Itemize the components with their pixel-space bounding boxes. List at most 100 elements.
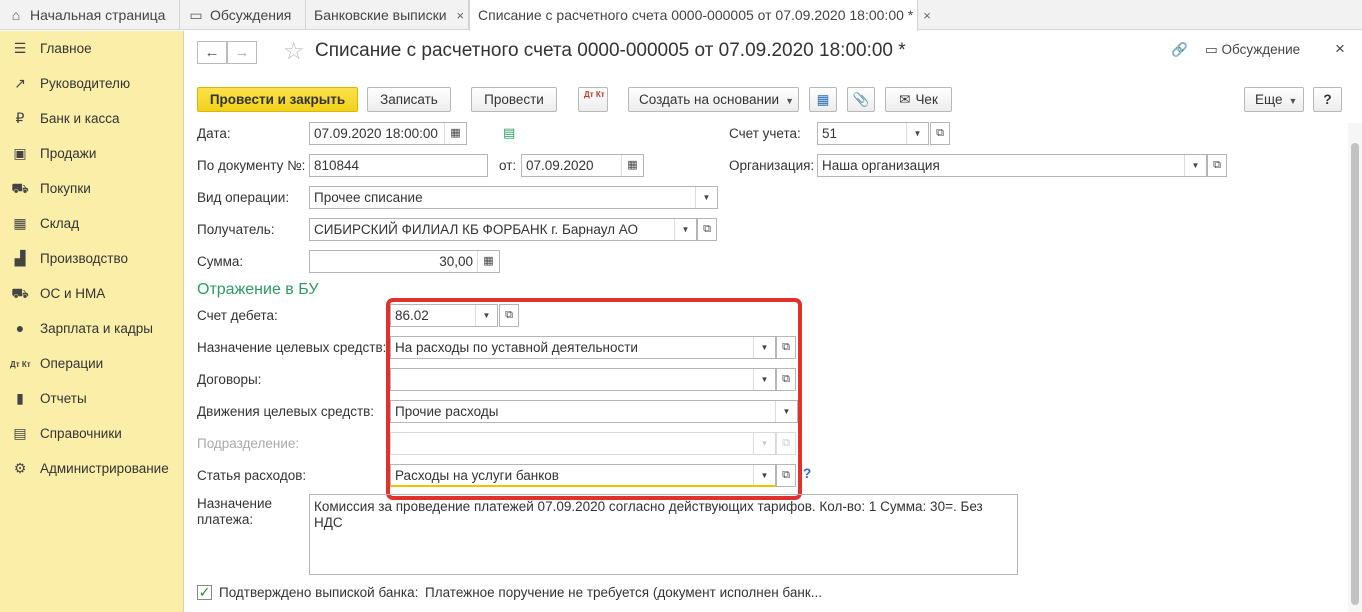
chevron-down-icon[interactable]: ▼ xyxy=(695,187,717,208)
close-icon[interactable]: × xyxy=(457,8,465,23)
sidebar-item-salary-hr[interactable]: ● Зарплата и кадры xyxy=(0,311,184,346)
sidebar-item-operations[interactable]: Дт Кт Операции xyxy=(0,346,184,381)
tab-label: Списание с расчетного счета 0000-000005 … xyxy=(478,7,914,23)
sidebar-item-administration[interactable]: ⚙ Администрирование xyxy=(0,451,184,486)
save-button[interactable]: Записать xyxy=(367,87,451,112)
payment-purpose-textarea[interactable]: Комиссия за проведение платежей 07.09.20… xyxy=(309,494,1018,575)
dt-kt-button[interactable]: Дт Кт xyxy=(578,87,608,112)
ruble-icon: ₽ xyxy=(15,110,25,126)
link-icon[interactable]: 🔗 xyxy=(1171,42,1188,58)
tab-writeoff-document[interactable]: Списание с расчетного счета 0000-000005 … xyxy=(469,0,931,31)
payment-order-note: Платежное поручение не требуется (докуме… xyxy=(425,585,822,600)
history-icon[interactable]: ▤ xyxy=(503,125,515,141)
close-icon[interactable]: × xyxy=(923,8,931,23)
back-button[interactable]: ← xyxy=(197,41,227,64)
dt-kt-icon: Дт Кт xyxy=(584,90,605,99)
sidebar-item-label: Главное xyxy=(40,41,92,56)
calculator-icon[interactable]: ▦ xyxy=(477,251,499,272)
tab-discussions[interactable]: ▭ Обсуждения xyxy=(180,0,306,30)
create-based-on-label: Создать на основании xyxy=(639,92,780,107)
forward-button[interactable]: → xyxy=(227,41,257,64)
confirmed-label: Подтверждено выпиской банка: xyxy=(219,585,419,600)
scrollbar-thumb[interactable] xyxy=(1351,143,1359,605)
sidebar-item-bank-cash[interactable]: ₽ Банк и касса xyxy=(0,101,184,136)
date-value: 07.09.2020 18:00:00 xyxy=(314,126,438,141)
tab-bar: ⌂ Начальная страница ▭ Обсуждения Банковск… xyxy=(0,0,1362,31)
tab-home[interactable]: ⌂ Начальная страница xyxy=(0,0,180,30)
receipt-button[interactable]: ✉ Чек xyxy=(885,87,952,112)
sidebar-item-purchases[interactable]: ⛟ Покупки xyxy=(0,171,184,206)
sidebar-item-label: Покупки xyxy=(40,181,91,196)
sidebar-item-fixed-assets[interactable]: ⛟ ОС и НМА xyxy=(0,276,184,311)
organization-field[interactable]: Наша организация ▼ xyxy=(817,154,1207,177)
confirmed-checkbox[interactable]: ✓ xyxy=(197,585,212,600)
doc-number-field[interactable]: 810844 xyxy=(309,154,488,177)
calendar-icon[interactable]: ▦ xyxy=(621,155,643,176)
trend-icon: ↗ xyxy=(14,75,26,91)
chevron-down-icon[interactable]: ▼ xyxy=(1184,155,1206,176)
sum-value: 30,00 xyxy=(439,254,473,269)
structure-button[interactable]: ▦ xyxy=(809,87,837,112)
bar-chart-icon: ▮ xyxy=(16,390,24,406)
operation-type-label: Вид операции: xyxy=(197,190,290,205)
sidebar-item-label: Руководителю xyxy=(40,76,131,91)
recipient-field[interactable]: СИБИРСКИЙ ФИЛИАЛ КБ ФОРБАНК г. Барнаул А… xyxy=(309,218,697,241)
sidebar-item-directories[interactable]: ▤ Справочники xyxy=(0,416,184,451)
sidebar-item-label: Производство xyxy=(40,251,129,266)
recipient-value: СИБИРСКИЙ ФИЛИАЛ КБ ФОРБАНК г. Барнаул А… xyxy=(314,222,639,237)
doc-date-field[interactable]: 07.09.2020 ▦ xyxy=(521,154,644,177)
sidebar-item-main[interactable]: ☰ Главное xyxy=(0,31,184,66)
date-label: Дата: xyxy=(197,126,231,141)
chat-icon: ▭ xyxy=(189,7,203,23)
sidebar-item-manager[interactable]: ↗ Руководителю xyxy=(0,66,184,101)
payment-purpose-label-2: платежа: xyxy=(197,512,254,527)
structure-icon: ▦ xyxy=(816,92,830,107)
book-icon: ▤ xyxy=(13,425,27,441)
sidebar: ☰ Главное ↗ Руководителю ₽ Банк и касса ▣ Пр… xyxy=(0,31,184,612)
help-button[interactable]: ? xyxy=(1313,87,1342,112)
sidebar-item-label: Склад xyxy=(40,216,80,231)
receipt-label: Чек xyxy=(915,92,938,107)
chat-icon: ▭ xyxy=(1205,42,1218,57)
attach-button[interactable]: 📎 xyxy=(847,87,875,112)
discussion-button[interactable]: ▭ Обсуждение xyxy=(1205,42,1300,58)
sidebar-item-label: Зарплата и кадры xyxy=(40,321,153,336)
sidebar-item-label: Банк и касса xyxy=(40,111,120,126)
chevron-down-icon[interactable]: ▼ xyxy=(674,219,696,240)
discussion-label: Обсуждение xyxy=(1221,42,1301,57)
open-organization-icon[interactable]: ⧉ xyxy=(1207,154,1227,177)
calendar-icon[interactable]: ▦ xyxy=(444,123,466,144)
person-icon: ● xyxy=(15,320,25,336)
favorite-star-icon[interactable]: ☆ xyxy=(283,37,305,66)
open-account-icon[interactable]: ⧉ xyxy=(930,122,950,145)
contracts-label: Договоры: xyxy=(197,372,262,387)
sidebar-item-reports[interactable]: ▮ Отчеты xyxy=(0,381,184,416)
more-button[interactable]: Еще ▼ xyxy=(1244,87,1304,112)
purpose-funds-label: Назначение целевых средств: xyxy=(197,340,387,355)
sidebar-item-sales[interactable]: ▣ Продажи xyxy=(0,136,184,171)
chevron-down-icon[interactable]: ▼ xyxy=(906,123,928,144)
sidebar-item-label: Справочники xyxy=(40,426,122,441)
post-and-close-button[interactable]: Провести и закрыть xyxy=(197,87,358,112)
operation-type-value: Прочее списание xyxy=(314,190,423,205)
post-button[interactable]: Провести xyxy=(471,87,557,112)
close-form-icon[interactable]: × xyxy=(1335,39,1345,59)
operation-type-select[interactable]: Прочее списание ▼ xyxy=(309,186,718,209)
open-recipient-icon[interactable]: ⧉ xyxy=(697,218,717,241)
highlight-frame xyxy=(386,298,802,500)
help-link[interactable]: ? xyxy=(803,466,811,481)
bag-icon: ▣ xyxy=(13,145,27,161)
sidebar-item-warehouse[interactable]: ▦ Склад xyxy=(0,206,184,241)
sidebar-item-production[interactable]: ▟ Производство xyxy=(0,241,184,276)
account-field[interactable]: 51 ▼ xyxy=(817,122,929,145)
funds-movement-label: Движения целевых средств: xyxy=(197,404,375,419)
factory-icon: ▟ xyxy=(14,250,26,266)
date-field[interactable]: 07.09.2020 18:00:00 ▦ xyxy=(309,122,467,145)
truck-icon: ⛟ xyxy=(11,285,29,301)
sum-field[interactable]: 30,00 ▦ xyxy=(309,250,500,273)
create-based-on-button[interactable]: Создать на основании ▼ xyxy=(628,87,799,112)
home-icon: ⌂ xyxy=(11,7,21,23)
organization-label: Организация: xyxy=(729,158,815,173)
tab-bank-statements[interactable]: Банковские выписки × xyxy=(306,0,469,30)
chevron-down-icon: ▼ xyxy=(785,96,794,106)
